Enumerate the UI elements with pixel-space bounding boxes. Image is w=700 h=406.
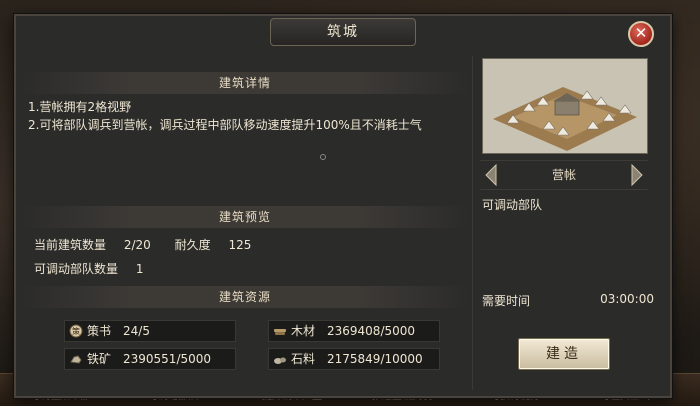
units-value: 1 [135, 262, 144, 276]
detail-line: 2.可将部队调兵到营帐，调兵过程中部队移动速度提升100%且不消耗士气 [28, 118, 422, 132]
build-button[interactable]: 建造 [518, 338, 610, 370]
dialog-title: 筑城 [270, 18, 416, 46]
stone-icon [274, 357, 286, 364]
camp-illustration-icon [483, 59, 647, 153]
resource-iron-ore: 铁矿 2390551/5000 [64, 348, 236, 370]
resource-stone: 石料 2175849/10000 [268, 348, 440, 370]
iron-ore-icon [70, 355, 82, 364]
units-row: 可调动部队数量 1 [34, 260, 143, 277]
close-button[interactable]: ✕ [628, 21, 654, 47]
resource-value: 2390551/5000 [123, 352, 212, 366]
resource-value: 2175849/10000 [327, 352, 423, 366]
building-count-value: 2/20 [123, 238, 151, 252]
left-panel: 建筑详情 1.营帐拥有2格视野 2.可将部队调兵到营帐，调兵过程中部队移动速度提… [20, 54, 470, 392]
wood-icon [274, 329, 286, 335]
resource-value: 24/5 [123, 324, 150, 338]
resource-label: 策书 [87, 324, 112, 338]
building-description: 可调动部队 [482, 198, 543, 212]
right-panel: 营帐 可调动部队 需要时间 03:00:00 建造 [476, 54, 666, 392]
resource-wood: 木材 2369408/5000 [268, 320, 440, 342]
resource-label: 木材 [291, 324, 316, 338]
build-time-row: 需要时间 03:00:00 [482, 292, 654, 309]
resource-decree-book: 策 策书 24/5 [64, 320, 236, 342]
durability-value: 125 [228, 238, 252, 252]
build-time-value: 03:00:00 [600, 292, 654, 306]
detail-line: 1.营帐拥有2格视野 [28, 100, 132, 114]
build-dialog: 筑城 ✕ 建筑详情 1.营帐拥有2格视野 2.可将部队调兵到营帐，调兵过程中部队… [14, 14, 672, 398]
svg-text:策: 策 [72, 326, 80, 336]
details-heading: 建筑详情 [20, 72, 470, 94]
resources-heading: 建筑资源 [20, 286, 470, 308]
resource-value: 2369408/5000 [327, 324, 416, 338]
marker-dot-icon [320, 154, 326, 160]
build-time-label: 需要时间 [482, 294, 531, 308]
building-count-label: 当前建筑数量 [34, 238, 107, 252]
units-label: 可调动部队数量 [34, 262, 119, 276]
building-count-row: 当前建筑数量 2/20 耐久度 125 [34, 236, 251, 253]
durability-label: 耐久度 [174, 238, 211, 252]
resource-label: 铁矿 [87, 352, 112, 366]
camp-preview-image [482, 58, 648, 154]
preview-heading: 建筑预览 [20, 206, 470, 228]
next-arrow-icon[interactable] [630, 164, 644, 186]
building-name: 营帐 [551, 168, 576, 182]
details-text: 1.营帐拥有2格视野 2.可将部队调兵到营帐，调兵过程中部队移动速度提升100%… [28, 98, 464, 134]
resource-label: 石料 [291, 352, 316, 366]
panel-divider [472, 56, 473, 390]
building-selector: 营帐 [480, 160, 648, 190]
decree-book-icon: 策 [69, 324, 83, 338]
